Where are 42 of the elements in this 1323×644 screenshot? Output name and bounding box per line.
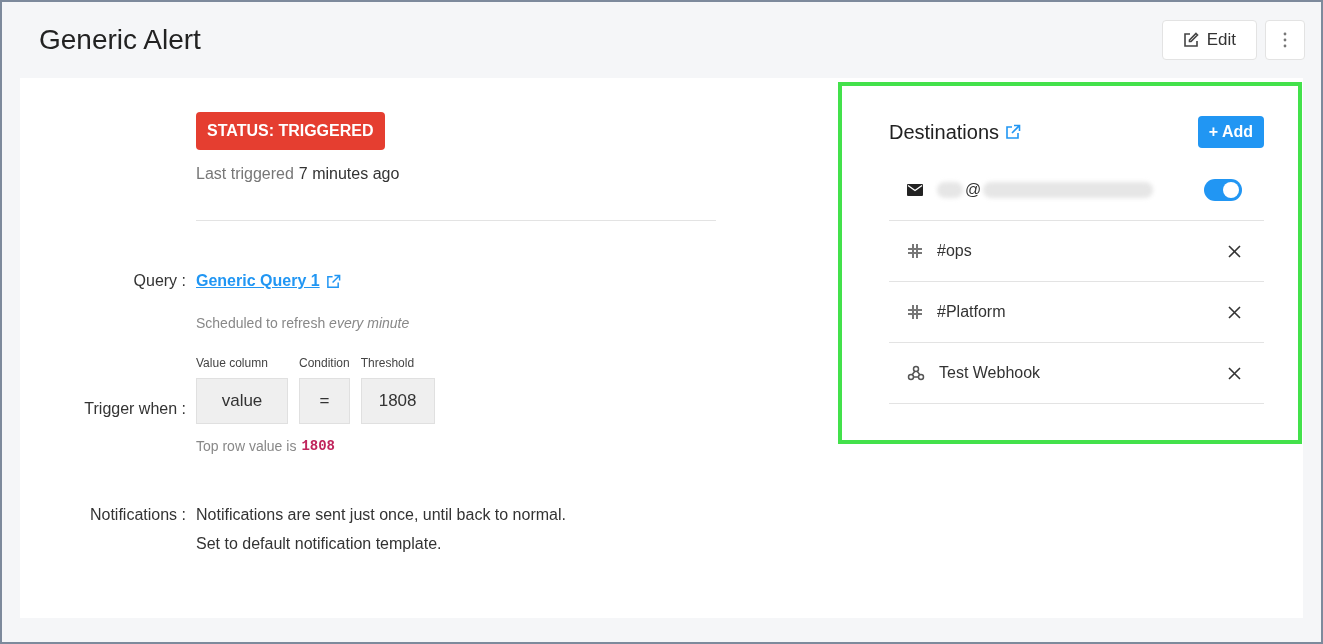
redacted-blur xyxy=(937,182,963,198)
page-title: Generic Alert xyxy=(39,23,201,57)
remove-button[interactable] xyxy=(1226,365,1242,381)
remove-button[interactable] xyxy=(1226,304,1242,320)
add-button[interactable]: + Add xyxy=(1197,116,1264,148)
top-row-value: 1808 xyxy=(301,437,335,456)
external-link-icon xyxy=(1005,124,1022,140)
external-link-icon xyxy=(325,273,341,289)
channel-name: #Platform xyxy=(937,302,1006,322)
hash-grid-icon xyxy=(907,304,923,320)
field-caption: Condition xyxy=(299,355,350,372)
last-triggered-label: Last triggered xyxy=(196,164,294,184)
trigger-label: Trigger when : xyxy=(83,399,187,419)
field-caption: Value column xyxy=(196,355,269,372)
field-value: = xyxy=(299,378,350,424)
toggle-switch[interactable] xyxy=(1204,179,1242,201)
status-badge: STATUS: TRIGGERED xyxy=(196,112,385,150)
close-icon xyxy=(1227,244,1241,258)
field-value: value xyxy=(196,378,288,424)
top-row-label: Top row value is xyxy=(196,437,297,456)
more-icon xyxy=(1283,32,1287,48)
last-triggered-time: 7 minutes ago xyxy=(298,164,400,184)
destinations-title: Destinations xyxy=(889,120,1000,145)
close-icon xyxy=(1227,366,1241,380)
field-caption: Threshold xyxy=(360,355,416,372)
envelope-icon xyxy=(907,184,923,196)
notification-text: Set to default notification template. xyxy=(196,534,443,554)
channel-name: #ops xyxy=(937,241,972,261)
edit-button[interactable]: Edit xyxy=(1161,20,1257,60)
webhook-icon xyxy=(907,365,925,381)
notification-text: Notifications are sent just once, until back to normal. xyxy=(196,505,566,525)
email-address: @ xyxy=(965,180,982,200)
webhook-name: Test Webhook xyxy=(939,363,1041,383)
schedule-text: Scheduled to refresh every minute xyxy=(196,314,410,333)
field-value: 1808 xyxy=(360,378,435,424)
notifications-label: Notifications : xyxy=(88,505,187,525)
edit-icon xyxy=(1182,32,1199,48)
close-icon xyxy=(1227,305,1241,319)
remove-button[interactable] xyxy=(1226,243,1242,259)
query-link[interactable]: Generic Query 1 xyxy=(196,269,320,293)
hash-grid-icon xyxy=(907,243,923,259)
query-label: Query : xyxy=(132,271,187,291)
